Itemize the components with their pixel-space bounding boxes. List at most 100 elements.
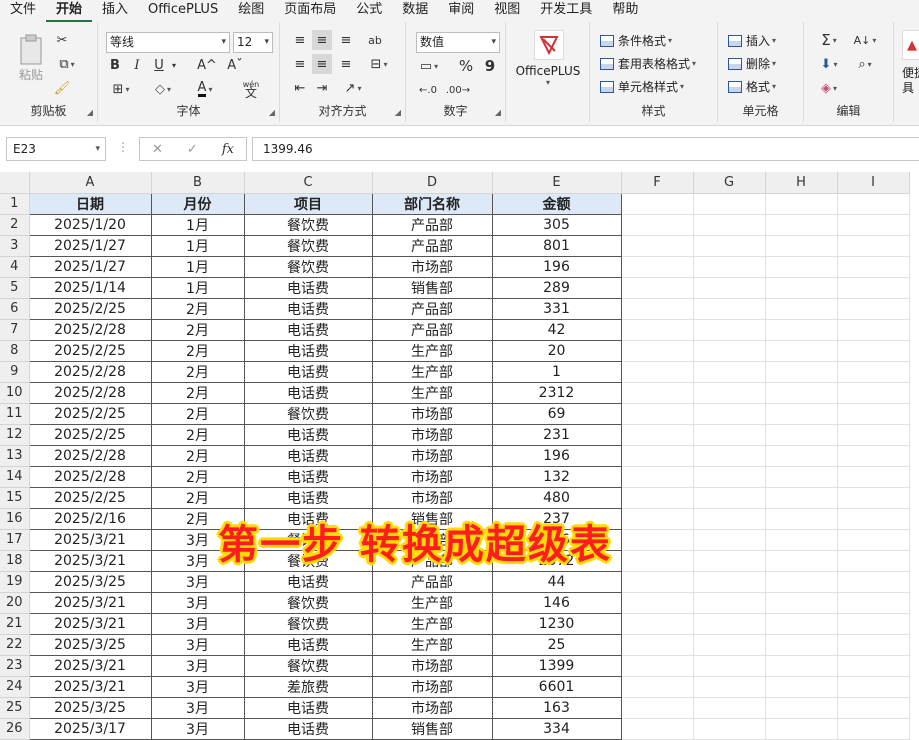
empty-cell[interactable] [837, 445, 910, 467]
empty-cell[interactable] [837, 403, 910, 425]
data-cell[interactable]: 2025/3/21 [28, 675, 152, 698]
empty-cell[interactable] [693, 529, 766, 551]
increase-decimal-icon[interactable]: ←.0 [416, 80, 440, 100]
empty-cell[interactable] [837, 613, 910, 635]
data-cell[interactable]: 196 [491, 255, 622, 278]
data-cell[interactable]: 电话费 [243, 465, 373, 488]
data-cell[interactable]: 2312 [491, 381, 622, 404]
phonetic-guide-icon[interactable]: wén 文 [234, 78, 268, 100]
empty-cell[interactable] [837, 655, 910, 677]
data-cell[interactable]: 餐饮费 [243, 213, 373, 236]
data-cell[interactable]: 44 [491, 570, 622, 593]
data-cell[interactable]: 3月 [150, 633, 245, 656]
empty-cell[interactable] [693, 634, 766, 656]
data-cell[interactable]: 2025/2/28 [28, 381, 152, 404]
empty-cell[interactable] [621, 676, 694, 698]
row-header[interactable]: 2 [0, 214, 30, 236]
empty-cell[interactable] [693, 697, 766, 719]
borders-icon[interactable]: ⊞ ▾ [106, 80, 136, 98]
empty-cell[interactable] [621, 340, 694, 362]
data-cell[interactable]: 市场部 [371, 402, 493, 425]
empty-cell[interactable] [837, 508, 910, 530]
header-cell[interactable]: 金额 [491, 192, 622, 215]
empty-cell[interactable] [765, 718, 838, 740]
row-header[interactable]: 9 [0, 361, 30, 383]
data-cell[interactable]: 2025/2/25 [28, 423, 152, 446]
empty-cell[interactable] [621, 571, 694, 593]
empty-cell[interactable] [621, 424, 694, 446]
data-cell[interactable]: 2025/3/21 [28, 549, 152, 572]
row-header[interactable]: 17 [0, 529, 30, 551]
column-header-c[interactable]: C [244, 172, 373, 194]
empty-cell[interactable] [693, 718, 766, 740]
chevron-down-icon[interactable]: ▾ [506, 78, 590, 87]
row-header[interactable]: 3 [0, 235, 30, 257]
column-header-g[interactable]: G [693, 172, 766, 194]
empty-cell[interactable] [693, 193, 766, 215]
data-cell[interactable]: 289 [491, 276, 622, 299]
clipboard-launcher-icon[interactable]: ◢ [87, 108, 93, 117]
empty-cell[interactable] [621, 487, 694, 509]
empty-cell[interactable] [837, 424, 910, 446]
empty-cell[interactable] [837, 697, 910, 719]
empty-cell[interactable] [765, 466, 838, 488]
data-cell[interactable]: 6601 [491, 675, 622, 698]
align-middle-icon[interactable]: ≡ [312, 30, 332, 50]
empty-cell[interactable] [765, 592, 838, 614]
empty-cell[interactable] [765, 529, 838, 551]
row-header[interactable]: 19 [0, 571, 30, 593]
empty-cell[interactable] [837, 214, 910, 236]
empty-cell[interactable] [693, 613, 766, 635]
data-cell[interactable]: 2月 [150, 318, 245, 341]
data-cell[interactable]: 电话费 [243, 381, 373, 404]
data-cell[interactable]: 163 [491, 696, 622, 719]
data-cell[interactable]: 3月 [150, 654, 245, 677]
data-cell[interactable]: 3月 [150, 612, 245, 635]
empty-cell[interactable] [693, 256, 766, 278]
copy-icon[interactable]: ⧉ ▾ [52, 54, 82, 74]
formula-input[interactable]: 1399.46 [252, 137, 919, 161]
format-cells-button[interactable]: 格式 ▾ [728, 78, 776, 95]
empty-cell[interactable] [765, 508, 838, 530]
empty-cell[interactable] [765, 403, 838, 425]
row-header[interactable]: 14 [0, 466, 30, 488]
empty-cell[interactable] [621, 256, 694, 278]
cancel-icon[interactable]: ✕ [152, 142, 163, 157]
data-cell[interactable]: 1月 [150, 276, 245, 299]
data-cell[interactable]: 2025/3/25 [28, 570, 152, 593]
select-all-corner[interactable] [0, 172, 30, 194]
data-cell[interactable]: 2025/3/17 [28, 717, 152, 740]
empty-cell[interactable] [621, 529, 694, 551]
row-header[interactable]: 20 [0, 592, 30, 614]
insert-function-icon[interactable]: fx [222, 142, 234, 157]
data-cell[interactable]: 1230 [491, 612, 622, 635]
empty-cell[interactable] [693, 298, 766, 320]
data-cell[interactable]: 产品部 [371, 318, 493, 341]
data-cell[interactable]: 电话费 [243, 486, 373, 509]
data-cell[interactable]: 电话费 [243, 276, 373, 299]
empty-cell[interactable] [765, 655, 838, 677]
delete-cells-button[interactable]: 删除 ▾ [728, 55, 776, 72]
empty-cell[interactable] [765, 256, 838, 278]
data-cell[interactable]: 生产部 [371, 360, 493, 383]
font-color-icon[interactable]: A ▾ [190, 80, 220, 98]
data-cell[interactable]: 3月 [150, 696, 245, 719]
data-cell[interactable]: 1月 [150, 213, 245, 236]
data-cell[interactable]: 42 [491, 318, 622, 341]
align-bottom-icon[interactable]: ≡ [336, 30, 356, 50]
empty-cell[interactable] [837, 277, 910, 299]
data-cell[interactable]: 2025/2/25 [28, 297, 152, 320]
empty-cell[interactable] [621, 235, 694, 257]
number-format-select[interactable]: 数值 ▾ [416, 32, 500, 53]
data-cell[interactable]: 电话费 [243, 297, 373, 320]
tab-page-layout[interactable]: 页面布局 [274, 0, 346, 22]
paste-button[interactable] [14, 34, 48, 68]
conditional-formatting-button[interactable]: 条件格式 ▾ [600, 32, 672, 49]
data-cell[interactable]: 餐饮费 [243, 234, 373, 257]
data-cell[interactable]: 2025/1/20 [28, 213, 152, 236]
empty-cell[interactable] [837, 550, 910, 572]
data-cell[interactable]: 市场部 [371, 675, 493, 698]
data-cell[interactable]: 市场部 [371, 696, 493, 719]
empty-cell[interactable] [837, 193, 910, 215]
column-header-d[interactable]: D [372, 172, 493, 194]
